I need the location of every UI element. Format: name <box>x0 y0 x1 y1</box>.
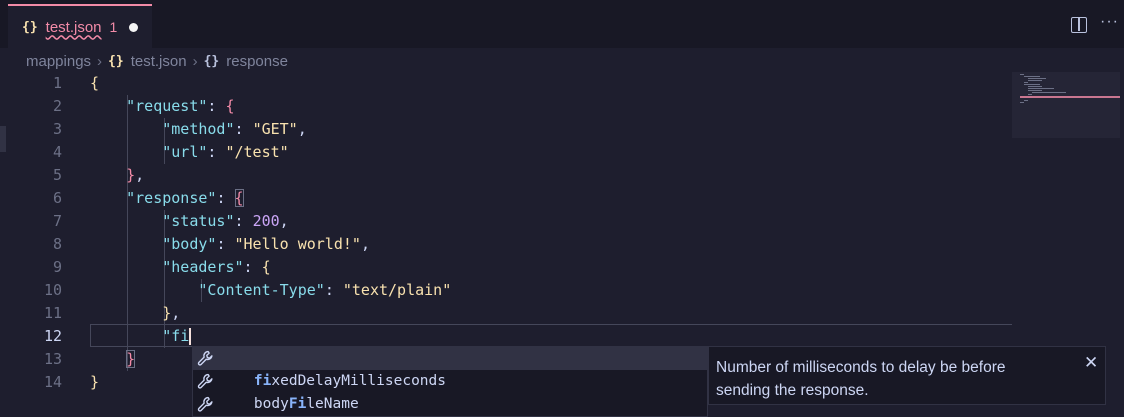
code-line: "url": "/test" <box>162 143 289 161</box>
breadcrumb-item-response[interactable]: response <box>226 53 288 70</box>
minimap-error-marker <box>1020 96 1120 98</box>
suggestion-item[interactable]: fromConfiguredStub <box>193 393 707 416</box>
json-braces-icon: {} <box>108 53 124 69</box>
object-braces-icon: {} <box>203 53 220 69</box>
code-line: } <box>126 350 136 368</box>
code-line: "request": { <box>126 97 235 115</box>
tab-bar: {} test.json 1 ··· <box>0 0 1124 48</box>
autocomplete-list: fixedDelayMilliseconds bodyFileName from… <box>192 346 708 417</box>
breadcrumb-item-file[interactable]: test.json <box>131 53 187 70</box>
line-number: 7 <box>52 212 62 230</box>
minimap[interactable] <box>1012 72 1120 138</box>
minimap-line <box>1028 86 1042 87</box>
line-number: 5 <box>52 166 62 184</box>
minimap-line <box>1020 74 1024 75</box>
suggestion-item-selected[interactable]: fixedDelayMilliseconds <box>193 347 707 389</box>
code-line: }, <box>162 304 181 322</box>
wrench-icon <box>197 396 213 412</box>
split-editor-icon[interactable] <box>1071 17 1087 33</box>
unsaved-dot-icon[interactable] <box>129 22 139 32</box>
wrench-icon <box>197 373 213 389</box>
line-number: 10 <box>43 281 62 299</box>
minimap-line <box>1028 88 1054 89</box>
current-line-highlight <box>90 324 1012 347</box>
minimap-line <box>1024 76 1040 77</box>
minimap-line <box>1024 82 1028 83</box>
tab-filename: test.json <box>45 18 102 36</box>
minimap-line <box>1024 100 1028 101</box>
minimap-line <box>1032 92 1066 93</box>
code-line: "Content-Type": "text/plain" <box>198 281 452 299</box>
text-cursor <box>189 328 192 345</box>
line-number-active: 12 <box>43 327 62 345</box>
wrench-icon <box>197 350 213 366</box>
line-number: 2 <box>52 97 62 115</box>
code-line: }, <box>126 166 145 184</box>
line-number: 11 <box>43 304 62 322</box>
details-text: Number of milliseconds to delay be befor… <box>716 359 1006 399</box>
breadcrumb-item-mappings[interactable]: mappings <box>26 53 91 70</box>
json-braces-icon: {} <box>22 19 38 35</box>
close-icon[interactable]: ✕ <box>1084 353 1098 373</box>
line-number: 13 <box>43 350 62 368</box>
suggestion-item[interactable]: bodyFileName <box>193 370 707 412</box>
code-line: { <box>90 74 100 92</box>
line-number: 8 <box>52 235 62 253</box>
problem-count-badge: 1 <box>109 19 118 35</box>
line-number: 4 <box>52 143 62 161</box>
code-line: "headers": { <box>162 258 271 276</box>
minimap-line <box>1024 84 1040 85</box>
code-line: } <box>90 373 100 391</box>
line-number: 1 <box>52 74 62 92</box>
code-line: "status": 200, <box>162 212 289 230</box>
minimap-line <box>1020 102 1024 103</box>
tab-test-json[interactable]: {} test.json 1 <box>8 4 152 48</box>
code-line: "body": "Hello world!", <box>162 235 370 253</box>
minimap-line <box>1028 78 1046 79</box>
line-number: 14 <box>43 373 62 391</box>
code-line: "fi <box>162 327 192 345</box>
line-number: 6 <box>52 189 62 207</box>
suggestion-details-panel: Number of milliseconds to delay be befor… <box>708 346 1106 405</box>
line-number: 3 <box>52 120 62 138</box>
chevron-right-icon: › <box>97 52 103 70</box>
code-line: "response": { <box>126 189 244 207</box>
chevron-right-icon: › <box>192 52 198 70</box>
line-number: 9 <box>52 258 62 276</box>
minimap-line <box>1028 80 1042 81</box>
minimap-line <box>1028 90 1042 91</box>
code-line: "method": "GET", <box>162 120 307 138</box>
breadcrumb: mappings › {} test.json › {} response <box>26 50 288 72</box>
more-actions-button[interactable]: ··· <box>1100 13 1119 31</box>
minimap-line <box>1028 94 1032 95</box>
